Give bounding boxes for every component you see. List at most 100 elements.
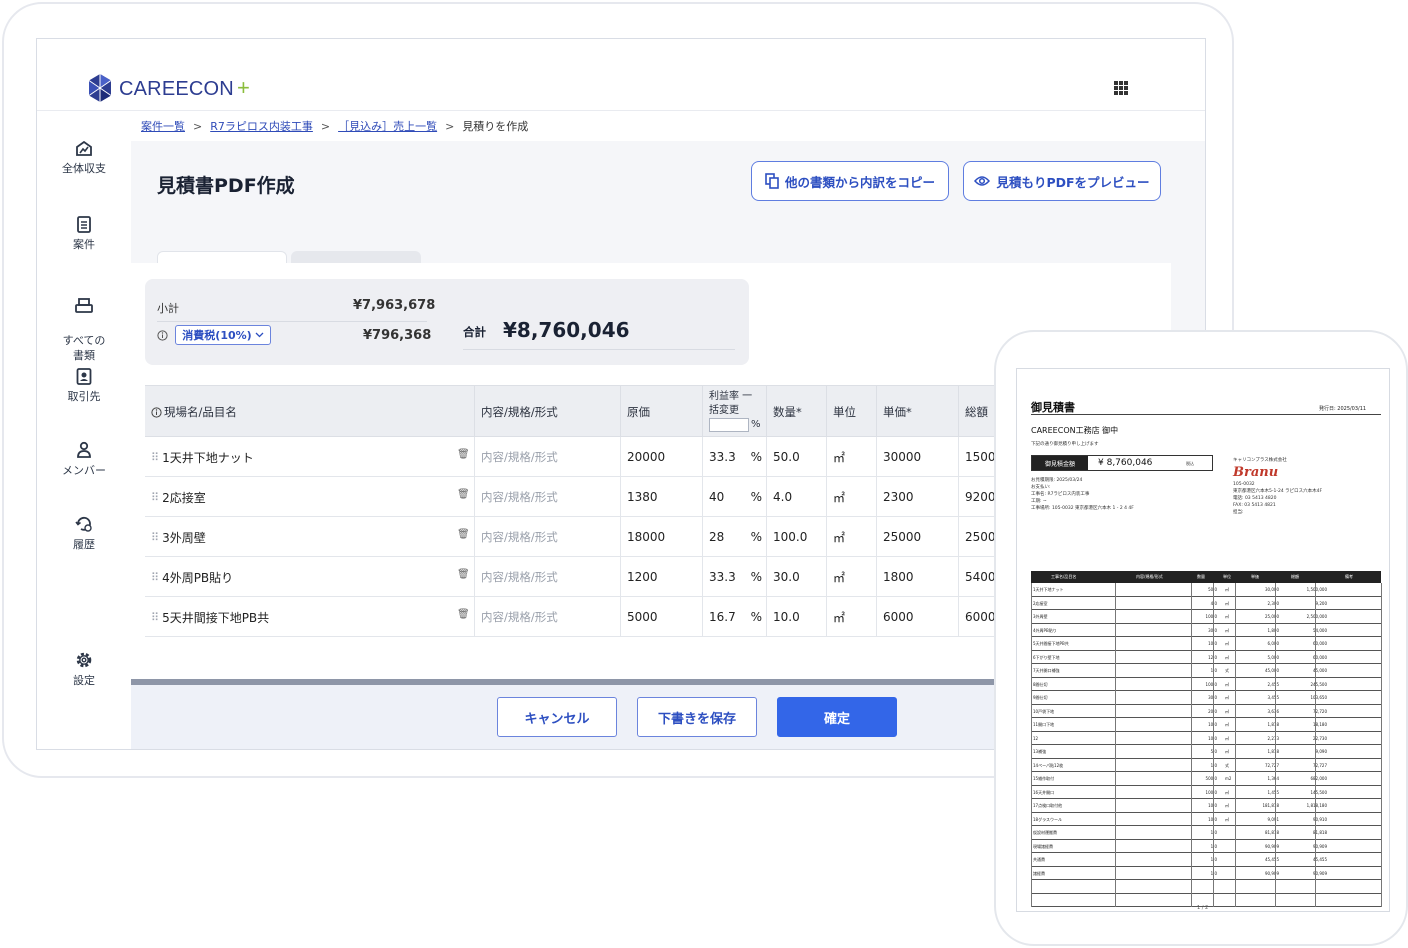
trash-icon[interactable]: 🗑 <box>457 609 470 620</box>
item-name-cell[interactable]: ⠿ 3外周壁 🗑 <box>145 517 475 557</box>
spec-input[interactable]: 内容/規格/形式 <box>475 477 621 517</box>
preview-pdf-button[interactable]: 見積もりPDFをプレビュー <box>963 161 1161 201</box>
cost-cell[interactable]: 20000 <box>621 437 703 477</box>
qty-cell[interactable]: 10.0 <box>767 597 827 637</box>
unit-cell[interactable]: ㎡ <box>827 597 877 637</box>
doc-table-row: 7天井開口補強1.0式45,00045,000 <box>1031 664 1381 678</box>
margin-input[interactable]: 16.7% <box>703 597 767 637</box>
sidebar-label: 履歴 <box>73 538 95 551</box>
copy-breakdown-button[interactable]: 他の書類から内訳をコピー <box>751 161 949 201</box>
margin-input[interactable]: 33.3% <box>703 437 767 477</box>
id-badge-icon <box>76 368 92 385</box>
col-cost-header: 原価 <box>621 386 703 438</box>
sidebar-label: メンバー <box>62 464 106 477</box>
doc-company-name: キャリコンプラス株式会社 <box>1233 458 1287 463</box>
unit-cell[interactable]: ㎡ <box>827 477 877 517</box>
doc-table-row: 4外周PB貼り30.0㎡1,80054,000 <box>1031 624 1381 637</box>
tax-rate-select[interactable]: 消費税(10%) <box>175 325 271 345</box>
spec-input[interactable]: 内容/規格/形式 <box>475 597 621 637</box>
sidebar-item-partners[interactable]: 取引先 <box>37 367 131 404</box>
doc-table-row: 8間仕切 100.0 ㎡ 2,455 245,500 <box>1031 678 1381 691</box>
breadcrumb-sales[interactable]: ［見込み］売上一覧 <box>338 118 437 134</box>
breadcrumb-projects[interactable]: 案件一覧 <box>141 118 185 134</box>
doc-table-row: 15雑作取付 500.0 m2 1,364 682,000 <box>1031 772 1381 786</box>
table-row[interactable]: ⠿ 1天井下地ナット 🗑 内容/規格/形式 20000 33.3% 50.0 ㎡ 30000 15… <box>145 437 1015 477</box>
trash-icon[interactable]: 🗑 <box>457 569 470 580</box>
preview-device-frame: 御見積書 発行日: 2025/03/11 CAREECON工務店 御中 下記の通… <box>994 330 1408 946</box>
unit-cell[interactable]: ㎡ <box>827 517 877 557</box>
price-cell[interactable]: 1800 <box>877 557 959 597</box>
spec-input[interactable]: 内容/規格/形式 <box>475 517 621 557</box>
cost-cell[interactable]: 5000 <box>621 597 703 637</box>
breadcrumb-project[interactable]: R7ラピロス内装工事 <box>210 118 313 134</box>
trash-icon[interactable]: 🗑 <box>457 489 470 500</box>
gear-icon <box>76 652 92 668</box>
table-row[interactable]: ⠿ 5天井間接下地PB共 🗑 内容/規格/形式 5000 16.7% 10.0 ㎡ 6000 60… <box>145 597 1015 637</box>
spec-input[interactable]: 内容/規格/形式 <box>475 557 621 597</box>
table-row[interactable]: ⠿ 3外周壁 🗑 内容/規格/形式 18000 28% 100.0 ㎡ 25000 2500000 <box>145 517 1015 557</box>
margin-input[interactable]: 28% <box>703 517 767 557</box>
drag-handle-icon[interactable]: ⠿ <box>151 611 159 624</box>
cost-cell[interactable]: 1380 <box>621 477 703 517</box>
sidebar-item-settings[interactable]: 設定 <box>37 651 131 688</box>
person-icon <box>77 441 91 458</box>
cost-cell[interactable]: 1200 <box>621 557 703 597</box>
price-cell[interactable]: 30000 <box>877 437 959 477</box>
chart-house-icon <box>76 141 92 156</box>
logo[interactable]: CAREECON + <box>87 73 250 103</box>
doc-table-row: 2応接室4.0㎡2,3009,200 <box>1031 597 1381 610</box>
sidebar-item-history[interactable]: 履歴 <box>37 515 131 552</box>
total-value: ¥8,760,046 <box>503 318 630 342</box>
item-name-cell[interactable]: ⠿ 4外周PB貼り 🗑 <box>145 557 475 597</box>
sidebar-item-overview[interactable]: 全体収支 <box>37 141 131 176</box>
drag-handle-icon[interactable]: ⠿ <box>151 451 159 464</box>
col-name-header: 現場名/品目名 <box>145 386 475 438</box>
sidebar: 全体収支 案件 すべての 書類 取引先 メンバー 履歴 設定 <box>37 111 131 749</box>
save-draft-button[interactable]: 下書きを保存 <box>637 697 757 737</box>
qty-cell[interactable]: 4.0 <box>767 477 827 517</box>
item-name-cell[interactable]: ⠿ 5天井間接下地PB共 🗑 <box>145 597 475 637</box>
table-row[interactable]: ⠿ 2応接室 🗑 内容/規格/形式 1380 40% 4.0 ㎡ 2300 9200 <box>145 477 1015 517</box>
sidebar-label: 案件 <box>73 238 95 251</box>
trash-icon[interactable]: 🗑 <box>457 529 470 540</box>
price-cell[interactable]: 25000 <box>877 517 959 557</box>
company-seal-signature: Branu <box>1233 465 1279 480</box>
trash-icon[interactable]: 🗑 <box>457 449 470 460</box>
doc-table-row: 16天井開口 100.0 ㎡ 1,455 145,500 <box>1031 786 1381 799</box>
spec-input[interactable]: 内容/規格/形式 <box>475 437 621 477</box>
drag-handle-icon[interactable]: ⠿ <box>151 531 159 544</box>
doc-table-row: 1天井下地ナット50.0㎡30,0001,500,000 <box>1031 583 1381 597</box>
cancel-button[interactable]: キャンセル <box>497 697 617 737</box>
sidebar-item-documents[interactable]: すべての 書類 <box>37 283 131 363</box>
doc-table-row: 9間仕切30.0㎡3,455103,650 <box>1031 691 1381 705</box>
sidebar-item-projects[interactable]: 案件 <box>37 215 131 252</box>
confirm-button[interactable]: 確定 <box>777 697 897 737</box>
sidebar-item-members[interactable]: メンバー <box>37 441 131 478</box>
margin-input[interactable]: 40% <box>703 477 767 517</box>
qty-cell[interactable]: 50.0 <box>767 437 827 477</box>
careecon-logo-icon <box>88 74 112 102</box>
info-icon[interactable] <box>151 406 162 418</box>
doc-table-row: 6下がり壁下地12.0㎡5,00060,000 <box>1031 651 1381 664</box>
info-icon[interactable] <box>157 330 168 341</box>
price-cell[interactable]: 2300 <box>877 477 959 517</box>
unit-cell[interactable]: ㎡ <box>827 437 877 477</box>
page-title: 見積書PDF作成 <box>157 175 295 197</box>
drag-handle-icon[interactable]: ⠿ <box>151 491 159 504</box>
item-name-cell[interactable]: ⠿ 2応接室 🗑 <box>145 477 475 517</box>
qty-cell[interactable]: 100.0 <box>767 517 827 557</box>
margin-input[interactable]: 33.3% <box>703 557 767 597</box>
doc-table-row: 18グラスウール10.0㎡9,09190,910 <box>1031 813 1381 826</box>
unit-cell[interactable]: ㎡ <box>827 557 877 597</box>
app-grid-icon[interactable] <box>1114 81 1128 95</box>
bulk-margin-input[interactable] <box>709 418 749 432</box>
doc-page-number: 1 / 2 <box>1197 905 1209 911</box>
cost-cell[interactable]: 18000 <box>621 517 703 557</box>
table-row[interactable]: ⠿ 4外周PB貼り 🗑 内容/規格/形式 1200 33.3% 30.0 ㎡ 1800 54000 <box>145 557 1015 597</box>
sidebar-label: すべての 書類 <box>62 334 106 362</box>
item-name-cell[interactable]: ⠿ 1天井下地ナット 🗑 <box>145 437 475 477</box>
estimate-pdf-preview: 御見積書 発行日: 2025/03/11 CAREECON工務店 御中 下記の通… <box>1016 368 1390 912</box>
drag-handle-icon[interactable]: ⠿ <box>151 571 159 584</box>
qty-cell[interactable]: 30.0 <box>767 557 827 597</box>
price-cell[interactable]: 6000 <box>877 597 959 637</box>
